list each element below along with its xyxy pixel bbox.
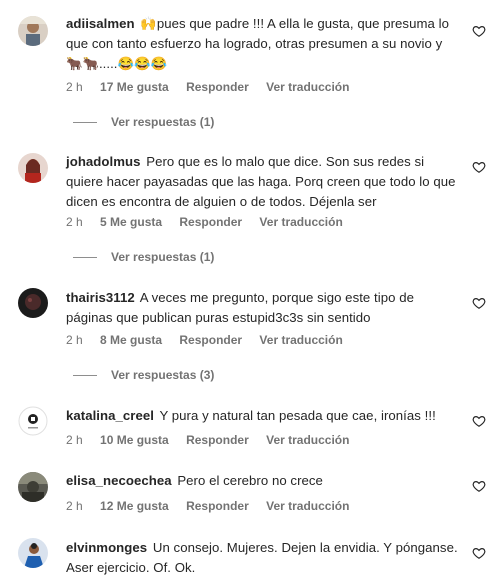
comment-meta: 2 h 10 Me gusta Responder Ver traducción [66, 433, 363, 447]
comment-username[interactable]: thairis3112 [66, 290, 135, 305]
comment-time: 2 h [66, 499, 83, 513]
comment-time: 2 h [66, 433, 83, 447]
avatar[interactable] [18, 16, 48, 46]
heart-outline-icon[interactable] [472, 546, 486, 560]
translate-button[interactable]: Ver traducción [259, 215, 342, 229]
view-replies-button[interactable]: Ver respuestas (1) [73, 115, 214, 129]
reply-button[interactable]: Responder [179, 333, 242, 347]
comment-text: elisa_necoechea Pero el cerebro no crece [66, 471, 458, 491]
likes-count[interactable]: 17 Me gusta [100, 80, 169, 94]
avatar[interactable] [18, 472, 48, 502]
view-replies-label: Ver respuestas (1) [111, 250, 215, 264]
divider [73, 257, 97, 259]
comment-text: thairis3112 A veces me pregunto, porque … [66, 288, 458, 328]
likes-count[interactable]: 12 Me gusta [100, 499, 169, 513]
likes-count[interactable]: 5 Me gusta [100, 215, 162, 229]
view-replies-label: Ver respuestas (3) [111, 368, 215, 382]
translate-button[interactable]: Ver traducción [266, 433, 349, 447]
view-replies-label: Ver respuestas (1) [111, 115, 215, 129]
view-replies-button[interactable]: Ver respuestas (3) [73, 368, 214, 382]
heart-outline-icon[interactable] [472, 414, 486, 428]
comment-body: Pero el cerebro no crece [177, 473, 323, 488]
comment-time: 2 h [66, 333, 83, 347]
translate-button[interactable]: Ver traducción [266, 80, 349, 94]
comment-username[interactable]: johadolmus [66, 154, 141, 169]
avatar[interactable] [18, 153, 48, 183]
avatar[interactable] [18, 406, 48, 436]
likes-count[interactable]: 10 Me gusta [100, 433, 169, 447]
comment-meta: 2 h 8 Me gusta Responder Ver traducción [66, 333, 357, 347]
comment-text: adiisalmen 🙌pues que padre !!! A ella le… [66, 14, 458, 74]
avatar[interactable] [18, 538, 48, 568]
reply-button[interactable]: Responder [186, 433, 249, 447]
likes-count[interactable]: 8 Me gusta [100, 333, 162, 347]
comment-username[interactable]: elisa_necoechea [66, 473, 172, 488]
comment-time: 2 h [66, 215, 83, 229]
comment-body: Y pura y natural tan pesada que cae, iro… [159, 408, 436, 423]
heart-outline-icon[interactable] [472, 479, 486, 493]
translate-button[interactable]: Ver traducción [266, 499, 349, 513]
view-replies-button[interactable]: Ver respuestas (1) [73, 250, 214, 264]
comment-text: katalina_creel Y pura y natural tan pesa… [66, 406, 458, 426]
comment-username[interactable]: elvinmonges [66, 540, 147, 555]
comment-meta: 2 h 12 Me gusta Responder Ver traducción [66, 499, 363, 513]
comment-meta: 2 h 17 Me gusta Responder Ver traducción [66, 80, 363, 94]
comment-username[interactable]: adiisalmen [66, 16, 135, 31]
comment-time: 2 h [66, 80, 83, 94]
comment-text: elvinmonges Un consejo. Mujeres. Dejen l… [66, 538, 458, 578]
comment-meta: 2 h 5 Me gusta Responder Ver traducción [66, 215, 357, 229]
divider [73, 122, 97, 124]
divider [73, 375, 97, 377]
heart-outline-icon[interactable] [472, 296, 486, 310]
comment-text: johadolmus Pero que es lo malo que dice.… [66, 152, 458, 212]
reply-button[interactable]: Responder [179, 215, 242, 229]
reply-button[interactable]: Responder [186, 80, 249, 94]
heart-outline-icon[interactable] [472, 24, 486, 38]
heart-outline-icon[interactable] [472, 160, 486, 174]
reply-button[interactable]: Responder [186, 499, 249, 513]
avatar[interactable] [18, 288, 48, 318]
comment-username[interactable]: katalina_creel [66, 408, 154, 423]
translate-button[interactable]: Ver traducción [259, 333, 342, 347]
